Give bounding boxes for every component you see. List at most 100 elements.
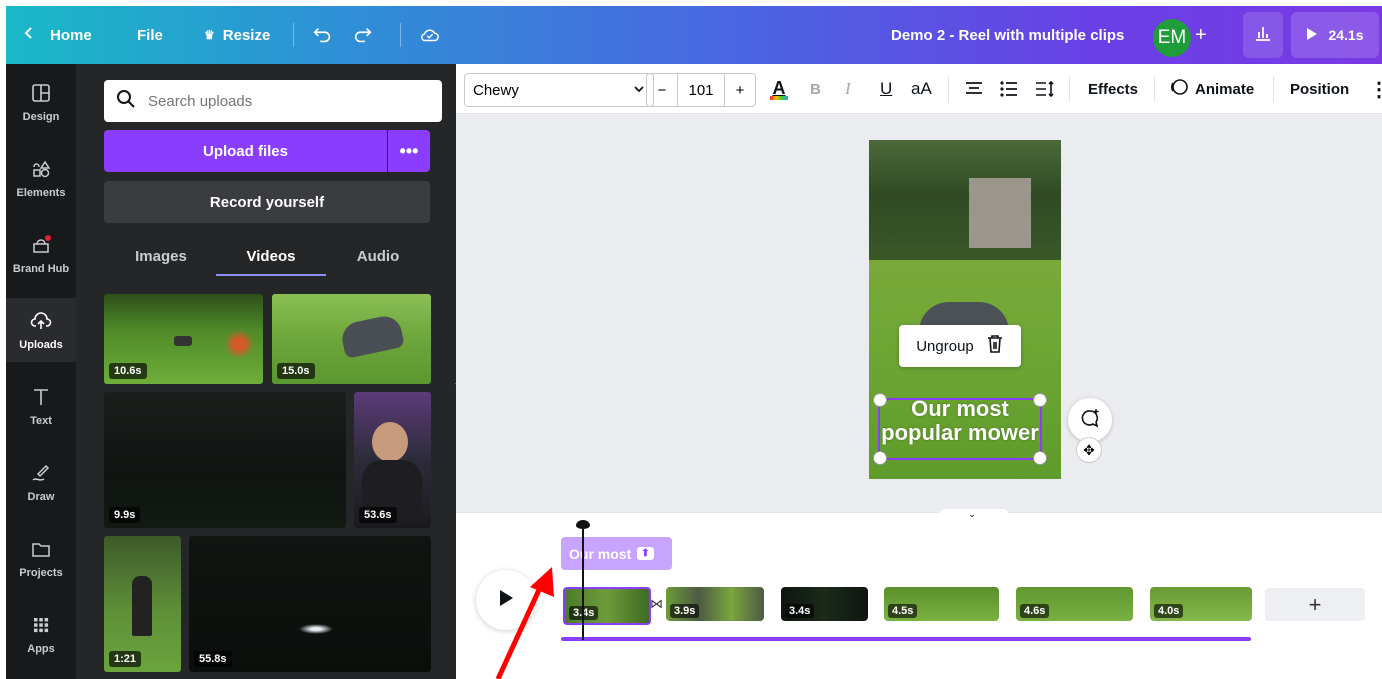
list-icon[interactable]: [999, 64, 1019, 114]
animate-button[interactable]: Animate: [1169, 64, 1254, 114]
tab-audio[interactable]: Audio: [338, 236, 418, 276]
bold-button[interactable]: B: [810, 64, 821, 114]
search-input[interactable]: [146, 91, 420, 111]
comment-plus-icon: [1079, 407, 1101, 434]
trees-background: [869, 140, 1061, 280]
rail-item-projects[interactable]: Projects: [6, 526, 76, 590]
document-title[interactable]: Demo 2 - Reel with multiple clips: [891, 6, 1124, 64]
folder-icon: [30, 538, 52, 563]
decrease-size-button[interactable]: −: [647, 74, 678, 106]
search-box[interactable]: [104, 80, 442, 122]
text-icon: [30, 386, 52, 411]
uploads-panel: Upload files ••• Record yourself Images …: [76, 64, 456, 679]
resize-handle[interactable]: [873, 451, 887, 465]
video-duration: 1:21: [109, 651, 142, 667]
file-menu-button[interactable]: File: [137, 6, 163, 64]
add-comment-button[interactable]: [1068, 398, 1112, 442]
divider: [1273, 76, 1274, 102]
upload-files-button[interactable]: Upload files: [104, 130, 387, 172]
rail-item-apps[interactable]: Apps: [6, 602, 76, 666]
timeline-clip[interactable]: 3.4s: [781, 587, 868, 621]
timeline-collapse-handle[interactable]: ⌄: [938, 509, 1010, 525]
align-center-icon[interactable]: [964, 64, 984, 114]
rail-item-elements[interactable]: Elements: [6, 146, 76, 210]
chevron-down-icon: ⌄: [968, 509, 977, 520]
clip-duration: 4.6s: [1020, 604, 1050, 618]
timeline-progress-bar[interactable]: [561, 637, 1251, 641]
video-thumbnail[interactable]: 53.6s: [354, 392, 431, 528]
position-button[interactable]: Position: [1290, 64, 1349, 114]
clip-duration: 3.4s: [785, 604, 815, 618]
trash-icon[interactable]: [986, 334, 1004, 358]
avatar[interactable]: EM: [1153, 19, 1191, 57]
draw-icon: [30, 462, 52, 487]
add-page-button[interactable]: +: [1265, 588, 1365, 621]
resize-button[interactable]: ♛ Resize: [204, 6, 270, 64]
timeline-clip[interactable]: 4.0s: [1150, 587, 1252, 621]
divider: [948, 76, 949, 102]
text-toolbar: Chewy − 101 + A B I U aA Effects Animate…: [456, 64, 1382, 114]
apps-grid-icon: [30, 614, 52, 639]
video-thumbnail[interactable]: 1:21: [104, 536, 181, 672]
analytics-button[interactable]: [1243, 12, 1283, 58]
text-track-item[interactable]: Our most ⬆: [561, 537, 672, 570]
font-size-stepper: − 101 +: [646, 73, 756, 107]
redo-icon[interactable]: [352, 6, 374, 64]
upload-icon: ⬆: [637, 547, 654, 560]
brand-icon: [30, 234, 52, 259]
rail-item-uploads[interactable]: Uploads: [6, 298, 76, 362]
home-button[interactable]: Home: [22, 6, 92, 64]
underline-button[interactable]: U: [880, 64, 892, 114]
record-yourself-button[interactable]: Record yourself: [104, 181, 430, 223]
color-swatch: [770, 96, 788, 100]
video-thumbnail[interactable]: 9.9s: [104, 392, 346, 528]
resize-handle[interactable]: [873, 393, 887, 407]
timeline-clip[interactable]: 4.6s: [1016, 587, 1133, 621]
video-thumbnail[interactable]: 10.6s: [104, 294, 263, 384]
shed-image: [969, 178, 1031, 248]
italic-button[interactable]: I: [845, 64, 851, 114]
chevron-down-icon: [633, 82, 645, 99]
timeline-clip[interactable]: 3.4s: [563, 587, 651, 625]
transition-icon[interactable]: ⋈: [650, 596, 663, 612]
font-size-input[interactable]: 101: [678, 74, 725, 106]
divider: [1154, 76, 1155, 102]
cloud-sync-icon[interactable]: [419, 6, 441, 64]
move-icon[interactable]: ✥: [1076, 437, 1102, 463]
search-icon: [116, 89, 136, 114]
clip-duration: 4.5s: [888, 604, 918, 618]
video-duration: 10.6s: [109, 363, 147, 379]
rail-item-draw[interactable]: Draw: [6, 450, 76, 514]
video-thumbnail[interactable]: 55.8s: [189, 536, 431, 672]
bar-chart-icon: [1253, 23, 1273, 48]
playhead[interactable]: [576, 520, 590, 640]
rail-item-text[interactable]: Text: [6, 374, 76, 438]
tab-videos[interactable]: Videos: [216, 236, 326, 276]
selection-box[interactable]: [873, 393, 1047, 465]
video-duration: 15.0s: [277, 363, 315, 379]
ungroup-popover[interactable]: Ungroup: [899, 325, 1021, 367]
letter-case-button[interactable]: aA: [911, 64, 932, 114]
text-color-button[interactable]: A: [770, 64, 788, 114]
tab-images[interactable]: Images: [116, 236, 206, 276]
playhead-handle[interactable]: [576, 520, 590, 529]
resize-handle[interactable]: [1033, 393, 1047, 407]
clip-duration: 4.0s: [1154, 604, 1184, 618]
font-selector[interactable]: Chewy: [464, 73, 654, 107]
effects-button[interactable]: Effects: [1088, 64, 1138, 114]
timeline-clip[interactable]: 4.5s: [884, 587, 999, 621]
rail-item-design[interactable]: Design: [6, 70, 76, 134]
video-thumbnail[interactable]: 15.0s: [272, 294, 431, 384]
undo-icon[interactable]: [311, 6, 333, 64]
left-rail: Design Elements Brand Hub Uploads Text D…: [6, 64, 76, 679]
rail-item-brand-hub[interactable]: Brand Hub: [6, 222, 76, 286]
more-options-icon[interactable]: ⋮: [1369, 64, 1382, 114]
increase-size-button[interactable]: +: [725, 74, 755, 106]
upload-more-button[interactable]: •••: [388, 130, 430, 172]
present-button[interactable]: 24.1s: [1291, 12, 1379, 58]
timeline-clip[interactable]: 3.9s: [666, 587, 764, 621]
divider: [293, 23, 294, 47]
resize-handle[interactable]: [1033, 451, 1047, 465]
add-collaborator-button[interactable]: +: [1195, 6, 1207, 64]
spacing-icon[interactable]: [1034, 64, 1056, 114]
